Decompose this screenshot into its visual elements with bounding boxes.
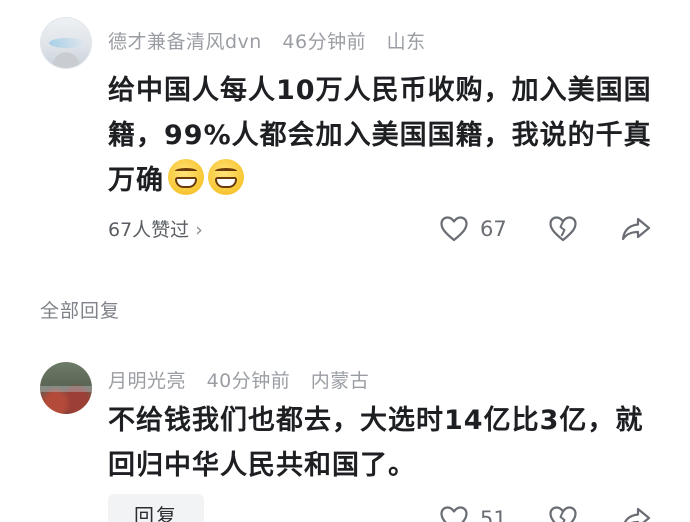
section-title: 全部回复 xyxy=(40,300,121,322)
location: 山东 xyxy=(386,31,426,53)
likers-label: 67人赞过 xyxy=(108,219,190,241)
share-icon[interactable] xyxy=(621,216,651,242)
like-button[interactable]: 67 xyxy=(440,213,520,247)
comment-body: 给中国人每人10万人民币收购，加入美国国籍，99%人都会加入美国国籍，我说的千真… xyxy=(108,68,668,203)
like-count: 51 xyxy=(480,507,507,522)
avatar[interactable] xyxy=(40,17,92,69)
broken-heart-icon[interactable] xyxy=(549,216,577,242)
post-time: 40分钟前 xyxy=(206,370,291,392)
avatar[interactable] xyxy=(40,362,92,414)
post-time: 46分钟前 xyxy=(282,31,367,53)
grinning-face-icon xyxy=(168,159,204,195)
comment-meta: 德才兼备清风dvn 46分钟前 山东 xyxy=(108,27,440,54)
heart-icon xyxy=(440,216,468,242)
location: 内蒙古 xyxy=(310,370,370,392)
reply-button[interactable]: 回复 xyxy=(108,494,204,522)
broken-heart-icon[interactable] xyxy=(549,506,577,522)
reply-meta: 月明光亮 40分钟前 内蒙古 xyxy=(108,366,383,393)
share-icon[interactable] xyxy=(621,506,651,522)
grinning-face-icon xyxy=(208,159,244,195)
like-count: 67 xyxy=(480,217,507,241)
author-name[interactable]: 月明光亮 xyxy=(108,370,186,392)
heart-icon xyxy=(440,506,468,522)
likers-link[interactable]: 67人赞过 › xyxy=(108,215,203,242)
author-name[interactable]: 德才兼备清风dvn xyxy=(108,31,262,53)
like-button[interactable]: 51 xyxy=(440,503,520,522)
reply-text: 不给钱我们也都去，大选时14亿比3亿，就回归中华人民共和国了。 xyxy=(108,405,644,481)
comment-thread: 德才兼备清风dvn 46分钟前 山东 给中国人每人10万人民币收购，加入美国国籍… xyxy=(0,0,690,522)
main-comment: 德才兼备清风dvn 46分钟前 山东 给中国人每人10万人民币收购，加入美国国籍… xyxy=(0,0,690,270)
chevron-right-icon: › xyxy=(195,219,203,241)
